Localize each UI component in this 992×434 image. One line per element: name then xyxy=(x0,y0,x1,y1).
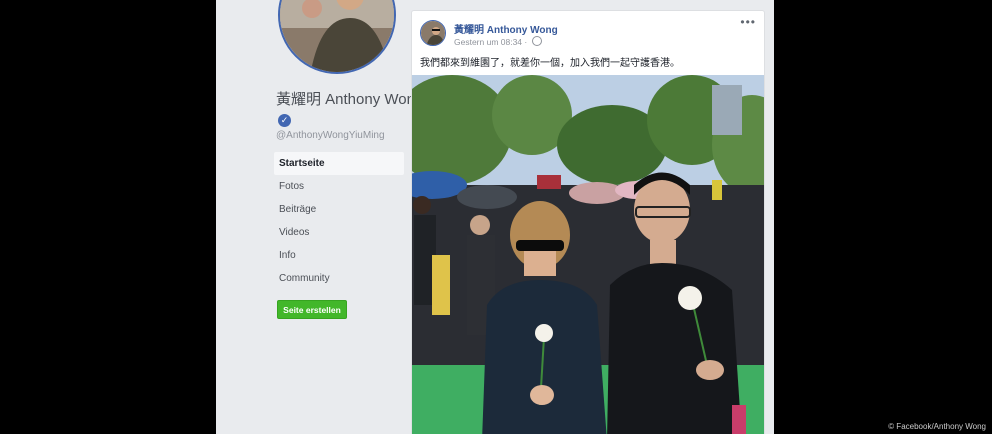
nav-item-community[interactable]: Community xyxy=(274,267,404,290)
nav-item-fotos[interactable]: Fotos xyxy=(274,175,404,198)
page-profile-picture[interactable] xyxy=(278,0,396,74)
facebook-page-screen: 黃耀明 Anthony Wong ✓ @AnthonyWongYiuMing S… xyxy=(216,0,774,434)
nav-item-info[interactable]: Info xyxy=(274,244,404,267)
post-author-link[interactable]: 黃耀明 Anthony Wong xyxy=(454,21,558,36)
page-handle: @AnthonyWongYiuMing xyxy=(276,130,385,141)
post-text: 我們都來到維園了，就差你一個，加入我們一起守護香港。 xyxy=(420,58,680,69)
page-name[interactable]: 黃耀明 Anthony Wong ✓ xyxy=(276,90,426,130)
nav-item-startseite[interactable]: Startseite xyxy=(274,152,404,175)
page-nav: Startseite Fotos Beiträge Videos Info Co… xyxy=(274,152,404,290)
post-photo[interactable] xyxy=(412,75,764,434)
create-page-button[interactable]: Seite erstellen xyxy=(277,300,347,319)
nav-item-videos[interactable]: Videos xyxy=(274,221,404,244)
page-name-text[interactable]: 黃耀明 Anthony Wong xyxy=(276,91,423,108)
globe-icon xyxy=(531,36,542,46)
post-meta: Gestern um 08:34 · xyxy=(454,36,542,47)
verified-badge-icon: ✓ xyxy=(278,114,291,127)
post-timestamp[interactable]: Gestern um 08:34 · xyxy=(454,37,530,47)
photo-credit: © Facebook/Anthony Wong xyxy=(888,422,986,431)
post-card: 黃耀明 Anthony Wong Gestern um 08:34 · ••• … xyxy=(411,10,765,434)
more-dots-icon[interactable]: ••• xyxy=(740,15,756,29)
nav-item-beitraege[interactable]: Beiträge xyxy=(274,198,404,221)
post-author-avatar[interactable] xyxy=(420,20,446,46)
